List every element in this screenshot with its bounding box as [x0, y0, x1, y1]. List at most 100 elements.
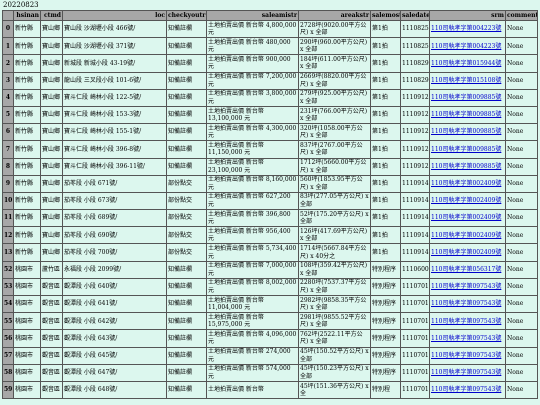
district-cell: 寶山鄉	[40, 88, 63, 107]
table-row: 10 新竹縣 寶山鄉 茄苳段 小段 673號/部份點交 土地拍賣出價 新台幣 627,2…	[2, 191, 538, 211]
location-cell: 寶斗仁段 崎林小段 396-11號/	[62, 157, 167, 176]
case-number-link[interactable]: 110司執孝字第097543號	[431, 300, 501, 307]
table-row: 56 桃園市 觀音區 觀潭段 小段 643號/知備註欄 土地拍賣出價 新台幣 4,096…	[2, 329, 538, 348]
area-cell: 837坪(2767.00平方公尺) x 全部	[298, 140, 371, 159]
case-number-link[interactable]: 110司執孝字第002409號	[431, 197, 501, 204]
check-cell: 知備註欄	[166, 157, 207, 176]
comment-cell: None	[505, 226, 538, 245]
case-number-link[interactable]: 110司執孝字第004223號	[431, 43, 501, 50]
sale-date-cell: 1110701	[400, 294, 430, 314]
county-cell: 新竹縣	[13, 105, 41, 125]
sale-round-cell: 特別程序	[370, 294, 401, 314]
check-cell: 知備註欄	[166, 123, 207, 142]
county-cell: 桃園市	[13, 277, 41, 297]
county-cell: 新竹縣	[13, 123, 41, 142]
area-cell: 1712坪(5660.00平方公尺) x 全部	[298, 157, 371, 176]
sale-round-cell: 特別程序	[370, 260, 401, 279]
case-number-link[interactable]: 110司執孝字第056317號	[431, 266, 501, 273]
case-number-link[interactable]: 110司執孝字第002409號	[431, 214, 501, 221]
table-row: 52 桃園市 蘆竹區 永福段 小段 2099號/知備註欄 土地拍賣出價 新台幣 7,00…	[2, 260, 538, 279]
sale-round-cell: 第1拍	[370, 105, 401, 125]
county-cell: 桃園市	[13, 363, 41, 382]
sale-date-cell: 1110912	[400, 157, 430, 176]
table-row: 13 新竹縣 寶山鄉 茄苳段 小段 700號/部份點交 土地拍賣出價 新台幣 5,734…	[2, 243, 538, 262]
row-index: 9	[2, 174, 14, 193]
case-number-link: 110司執孝字第004223號	[429, 37, 506, 56]
case-number-link: 110司執孝字第004223號	[429, 19, 506, 39]
location-cell: 觀潭段 小段 645號/	[62, 346, 167, 365]
county-cell: 桃園市	[13, 380, 41, 400]
sale-date-cell: 1110912	[400, 140, 430, 159]
location-cell: 茄苳段 小段 671號/	[62, 174, 167, 193]
check-cell: 部份點交	[166, 209, 207, 228]
case-number-link: 110司執孝字第097543號	[429, 380, 506, 400]
location-cell: 寶山段 沙湖壢小段 466號/	[62, 19, 167, 39]
check-cell: 部份點交	[166, 226, 207, 245]
area-cell: 2982坪(9858.35平方公尺) x 全部	[298, 294, 371, 314]
sale-date-cell: 1110914	[400, 243, 430, 262]
row-index: 8	[2, 157, 14, 176]
county-cell: 新竹縣	[13, 71, 41, 90]
sale-round-cell: 第1拍	[370, 226, 401, 245]
case-number-link[interactable]: 110司執孝字第002409號	[431, 249, 501, 256]
comment-cell: None	[505, 71, 538, 90]
county-cell: 新竹縣	[13, 209, 41, 228]
district-cell: 觀音區	[40, 277, 63, 297]
sale-round-cell: 第1拍	[370, 88, 401, 107]
area-cell: 184坪(611.00平方公尺) x 全部	[298, 54, 371, 73]
case-number-link[interactable]: 110司執孝字第097543號	[431, 283, 501, 290]
district-cell: 寶山鄉	[40, 54, 63, 73]
comment-cell: None	[505, 312, 538, 331]
case-number-link[interactable]: 110司執孝字第004223號	[431, 25, 501, 32]
case-number-link[interactable]: 110司執孝字第097543號	[431, 352, 501, 359]
table-row: 5 新竹縣 寶山鄉 寶斗仁段 崎林小段 153-3號/知備註欄 土地拍賣出價 新台幣 1…	[2, 105, 538, 125]
case-number-link[interactable]: 110司執孝字第009885號	[431, 146, 501, 153]
sale-date-cell: 1110825	[400, 19, 430, 39]
check-cell: 知備註欄	[166, 346, 207, 365]
sale-price-cell: 土地拍賣出價 新台幣 7,000,000 元	[206, 260, 299, 279]
sale-date-cell: 1110914	[400, 226, 430, 245]
district-cell: 寶山鄉	[40, 191, 63, 211]
row-index: 57	[2, 346, 14, 365]
sale-date-cell: 1110600	[400, 260, 430, 279]
area-cell: 2728坪(9020.00平方公尺) x 全部	[298, 19, 371, 39]
check-cell: 知備註欄	[166, 54, 207, 73]
case-number-link[interactable]: 110司執孝字第009885號	[431, 111, 501, 118]
area-cell: 560坪(1853.95平方公尺) x 全部	[298, 174, 371, 193]
case-number-link[interactable]: 110司執孝字第097543號	[431, 369, 501, 376]
check-cell: 知備註欄	[166, 88, 207, 107]
sale-round-cell: 第1拍	[370, 174, 401, 193]
sale-date-cell: 1110701	[400, 380, 430, 400]
district-cell: 觀音區	[40, 363, 63, 382]
case-number-link: 110司執孝字第002409號	[429, 191, 506, 211]
sale-price-cell: 土地拍賣出價 新台幣 274,000 元	[206, 346, 299, 365]
sale-price-cell: 土地拍賣出價 新台幣 8,002,000 元	[206, 277, 299, 297]
sale-round-cell: 第1拍	[370, 19, 401, 39]
case-number-link[interactable]: 110司執孝字第097543號	[431, 318, 501, 325]
comment-cell: None	[505, 37, 538, 56]
case-number-link[interactable]: 110司執孝字第009885號	[431, 128, 501, 135]
case-number-link[interactable]: 110司執孝字第015108號	[431, 77, 501, 84]
sale-date-cell: 1110701	[400, 329, 430, 348]
location-cell: 茄苳段 小段 700號/	[62, 243, 167, 262]
sale-round-cell: 第1拍	[370, 37, 401, 56]
case-number-link[interactable]: 110司執孝字第009885號	[431, 163, 501, 170]
county-cell: 新竹縣	[13, 54, 41, 73]
table-row: 12 新竹縣 寶山鄉 茄苳段 小段 690號/部份點交 土地拍賣出價 新台幣 956,4…	[2, 226, 538, 245]
comment-cell: None	[505, 19, 538, 39]
sale-date-cell: 1110829	[400, 71, 430, 90]
case-number-link[interactable]: 110司執孝字第002409號	[431, 232, 501, 239]
district-cell: 觀音區	[40, 346, 63, 365]
check-cell: 知備註欄	[166, 312, 207, 331]
case-number-link[interactable]: 110司執孝字第009885號	[431, 94, 501, 101]
case-number-link[interactable]: 110司執孝字第097543號	[431, 335, 501, 342]
case-number-link: 110司執孝字第009885號	[429, 105, 506, 125]
district-cell: 寶山鄉	[40, 174, 63, 193]
row-index: 5	[2, 105, 14, 125]
case-number-link[interactable]: 110司執孝字第002409號	[431, 180, 501, 187]
case-number-link[interactable]: 110司執孝字第097543號	[431, 386, 501, 393]
case-number-link[interactable]: 110司執孝字第015944號	[431, 60, 501, 67]
sale-round-cell: 第1拍	[370, 243, 401, 262]
case-number-link: 110司執孝字第015108號	[429, 71, 506, 90]
check-cell: 知備註欄	[166, 105, 207, 125]
